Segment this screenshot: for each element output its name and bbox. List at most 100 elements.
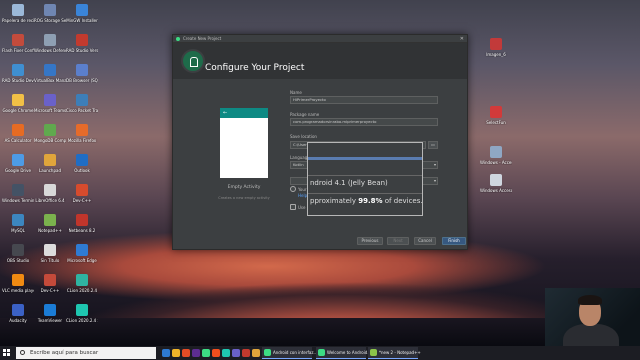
desktop-icon-left-9[interactable]: Google Chrome xyxy=(2,94,34,124)
dialog-titlebar: Create New Project ✕ xyxy=(173,35,467,43)
desktop-icon-label: TeamViewer xyxy=(37,318,63,323)
desktop-icon-left-16[interactable]: Launchpad xyxy=(34,154,66,184)
close-icon[interactable]: ✕ xyxy=(460,35,464,43)
desktop-icon-left-30[interactable]: Audacity xyxy=(2,304,34,334)
taskbar-pinned-icon[interactable] xyxy=(172,349,180,357)
desktop-icon-left-25[interactable]: Sin Título xyxy=(34,244,66,274)
instant-app-radio[interactable] xyxy=(290,186,296,192)
folder-icon[interactable]: ▭ xyxy=(428,141,438,149)
desktop-icon-left-28[interactable]: Dev-C++ xyxy=(34,274,66,304)
desktop-icon-right-0[interactable]: Imagen_6 xyxy=(480,38,512,68)
taskbar-pinned-icon[interactable] xyxy=(192,349,200,357)
device-coverage-text: pproximately 99.8% of devices. xyxy=(310,197,423,205)
desktop-icon-label: Flash Fixer Configuration xyxy=(2,48,34,53)
taskbar-pinned-icon[interactable] xyxy=(232,349,240,357)
app-icon xyxy=(44,4,56,16)
taskbar-app-button[interactable]: *new 2 - Notepad++ xyxy=(368,347,421,359)
desktop-icon-label: Papelera de reciclaje xyxy=(2,18,34,23)
taskbar-pinned-icon[interactable] xyxy=(162,349,170,357)
taskbar-pinned-icon[interactable] xyxy=(252,349,260,357)
desktop-icon-left-20[interactable]: Dev-C++ xyxy=(66,184,98,214)
package-label: Package name xyxy=(290,112,320,117)
taskbar-app-label: Welcome to Android... xyxy=(327,350,372,355)
name-label: Name xyxy=(290,90,302,95)
desktop-icon-left-11[interactable]: Cisco Packet Tracer xyxy=(66,94,98,124)
app-icon xyxy=(44,34,56,46)
desktop-icon-left-13[interactable]: MongoDB Compass xyxy=(34,124,66,154)
app-icon xyxy=(76,244,88,256)
next-button[interactable]: Next xyxy=(387,237,409,245)
desktop-icon-left-31[interactable]: TeamViewer xyxy=(34,304,66,334)
help-link[interactable]: Help xyxy=(298,193,307,198)
app-icon xyxy=(76,214,88,226)
desktop-icon-left-7[interactable]: VirtualBox Manager xyxy=(34,64,66,94)
desktop-icon-left-18[interactable]: Windows Terminal xyxy=(2,184,34,214)
app-icon xyxy=(318,349,325,356)
app-icon xyxy=(44,64,56,76)
cancel-button[interactable]: Cancel xyxy=(414,237,436,245)
desktop-icon-left-1[interactable]: ROG Storage Server xyxy=(34,4,66,34)
desktop-icon-left-4[interactable]: Windows Defender Fi... xyxy=(34,34,66,64)
app-icon xyxy=(76,274,88,286)
desktop-icon-left-8[interactable]: DB Browser (SQLite) xyxy=(66,64,98,94)
taskbar-pinned-icon[interactable] xyxy=(202,349,210,357)
taskbar-pinned-icon[interactable] xyxy=(182,349,190,357)
taskbar-pinned-icon[interactable] xyxy=(212,349,220,357)
search-placeholder: Escribe aquí para buscar xyxy=(30,350,99,356)
desktop-icon-left-17[interactable]: Outlook xyxy=(66,154,98,184)
taskbar-search-input[interactable]: Escribe aquí para buscar xyxy=(16,347,156,359)
app-icon xyxy=(12,64,24,76)
desktop-icon-label: Launchpad xyxy=(38,168,61,173)
finish-button[interactable]: Finish xyxy=(442,237,466,245)
desktop-icon-left-0[interactable]: Papelera de reciclaje xyxy=(2,4,34,34)
desktop-icon-left-5[interactable]: RAD Studio Version... xyxy=(66,34,98,64)
desktop-icon-left-19[interactable]: LibreOffice 6.4 xyxy=(34,184,66,214)
taskbar-app-label: *new 2 - Notepad++ xyxy=(379,350,421,355)
app-icon xyxy=(12,154,24,166)
legacy-support-checkbox[interactable] xyxy=(290,204,296,210)
app-icon xyxy=(44,304,56,316)
desktop-icon-right-2[interactable]: Windows - Acceso directo xyxy=(480,146,512,176)
desktop-icon-left-2[interactable]: MinGW Installer xyxy=(66,4,98,34)
api-level-tooltip: ndroid 4.1 (Jelly Bean) pproximately 99.… xyxy=(307,142,423,216)
package-field[interactable]: com.programadorsinrabo.miprimerproyecto xyxy=(290,118,438,126)
desktop-icon-left-21[interactable]: MySQL xyxy=(2,214,34,244)
desktop-icon-label: OBS Studio xyxy=(6,258,30,263)
desktop-icon-left-32[interactable]: CLion 2020.2.4 x64 xyxy=(66,304,98,334)
desktop-icon-left-22[interactable]: Notepad++ xyxy=(34,214,66,244)
name-field[interactable]: HiPrimerProyecto xyxy=(290,96,438,104)
taskbar-app-button[interactable]: Android con interfaz... xyxy=(262,347,317,359)
previous-button[interactable]: Previous xyxy=(357,237,383,245)
presenter-hair xyxy=(578,295,602,305)
activity-title: Empty Activity xyxy=(227,185,261,190)
desktop-icon-label: CLion 2020.2.4 x64 xyxy=(66,318,98,323)
desktop-icon-left-23[interactable]: Netbeans 8.2 xyxy=(66,214,98,244)
desktop-icon-label: SelectFun xyxy=(486,120,506,125)
app-icon xyxy=(76,94,88,106)
save-location-label: Save location xyxy=(290,134,317,139)
desktop-icon-left-3[interactable]: Flash Fixer Configuration xyxy=(2,34,34,64)
desktop-icon-left-6[interactable]: RAD Studio Developer xyxy=(2,64,34,94)
desktop-icon-right-3[interactable]: Windows Acceso directo xyxy=(480,174,512,204)
back-arrow-icon: ← xyxy=(220,108,268,118)
taskbar-pinned-icon[interactable] xyxy=(222,349,230,357)
desktop-icon-left-15[interactable]: Google Drive xyxy=(2,154,34,184)
desktop-icon-left-24[interactable]: OBS Studio xyxy=(2,244,34,274)
desktop-icon-left-12[interactable]: AS Calculator xyxy=(2,124,34,154)
desktop-icon-left-10[interactable]: Microsoft Teams xyxy=(34,94,66,124)
desktop-icon-left-29[interactable]: CLion 2020.2.4 xyxy=(66,274,98,304)
taskbar-pinned-icon[interactable] xyxy=(242,349,250,357)
dialog-header: Configure Your Project xyxy=(173,43,467,79)
app-icon xyxy=(12,274,24,286)
desktop-icon-left-14[interactable]: Mozilla Firefox xyxy=(66,124,98,154)
language-value: Kotlin xyxy=(293,162,304,167)
app-icon xyxy=(76,34,88,46)
desktop-icon-right-1[interactable]: SelectFun xyxy=(480,106,512,136)
desktop-icon-left-27[interactable]: VLC media player xyxy=(2,274,34,304)
windows-start-icon[interactable] xyxy=(0,346,14,360)
taskbar-app-button[interactable]: Welcome to Android... xyxy=(316,347,371,359)
selection-highlight xyxy=(308,157,422,160)
desktop-icon-label: MySQL xyxy=(11,228,25,233)
page-title: Configure Your Project xyxy=(205,63,305,73)
desktop-icon-left-26[interactable]: Microsoft Edge xyxy=(66,244,98,274)
